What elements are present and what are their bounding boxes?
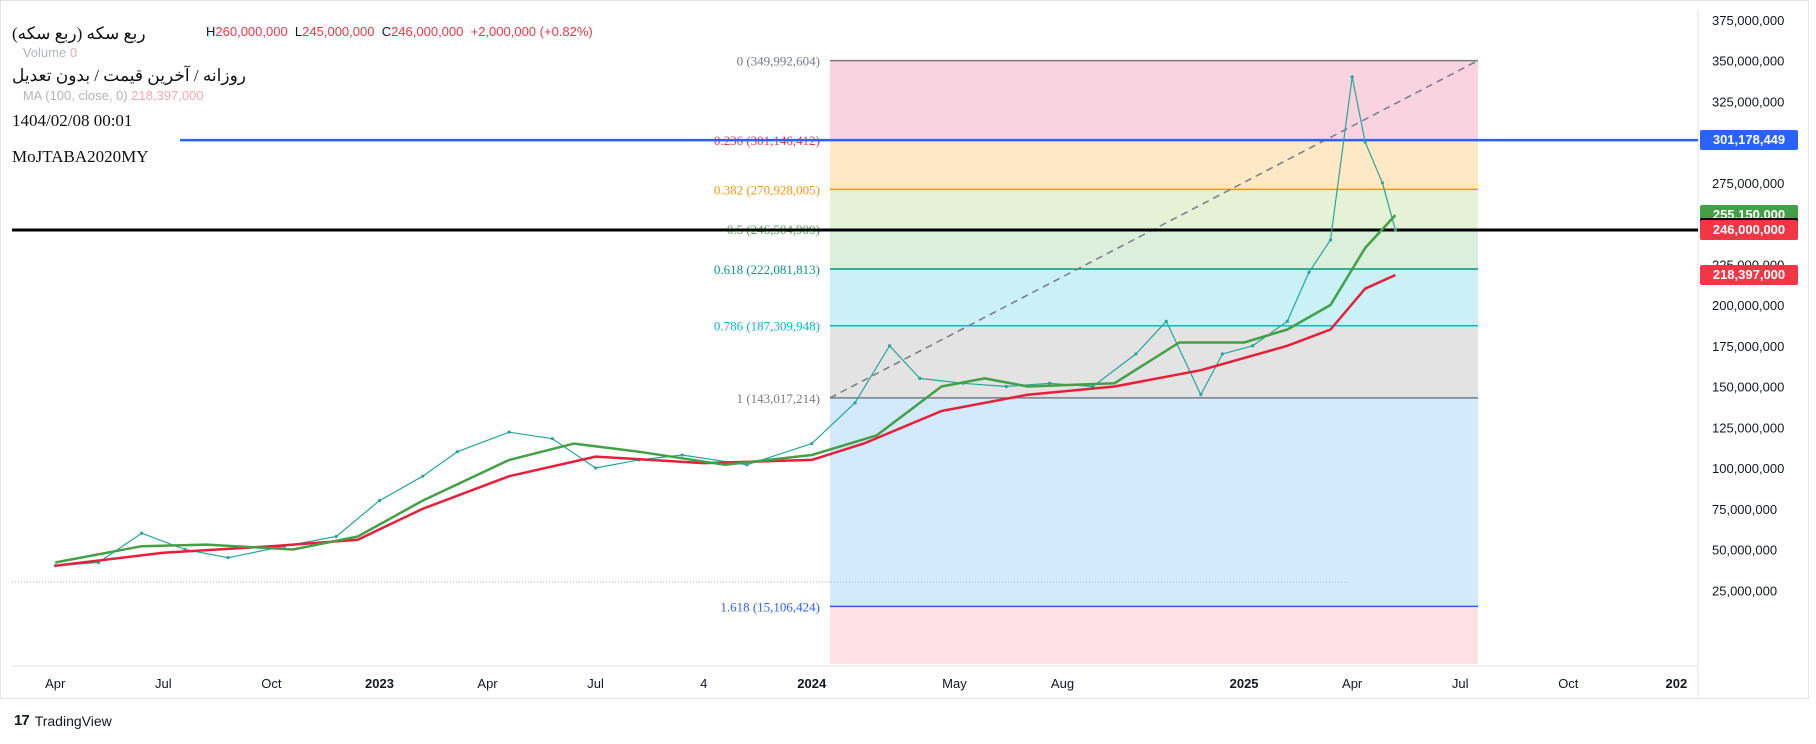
y-tick-label: 275,000,000	[1712, 176, 1784, 191]
price-point	[1363, 140, 1367, 144]
price-point	[1285, 319, 1289, 323]
price-type: روزانه / آخرین قیمت / بدون تعدیل	[12, 66, 247, 85]
x-tick-label: 2024	[797, 676, 827, 691]
x-tick-label: Jul	[587, 676, 604, 691]
x-tick-label: Apr	[477, 676, 498, 691]
price-tag: 301,178,449	[1700, 130, 1798, 151]
volume-legend: Volume 0	[12, 45, 77, 60]
price-point	[1328, 238, 1333, 242]
y-tick-label: 50,000,000	[1712, 543, 1777, 558]
price-tag: 246,000,000	[1700, 220, 1798, 241]
price-point	[507, 430, 511, 434]
author-name: MoJTABA2020MY	[12, 147, 149, 166]
price-point	[918, 376, 922, 380]
fib-zone	[830, 189, 1478, 230]
price-point	[1350, 75, 1354, 79]
price-point	[887, 344, 892, 348]
y-tick-label: 100,000,000	[1712, 461, 1784, 476]
price-point	[810, 441, 814, 446]
y-tick-label: 375,000,000	[1712, 13, 1784, 28]
fib-level-label: 0.786 (187,309,948)	[714, 319, 820, 334]
price-point	[226, 556, 230, 560]
x-tick-label: Oct	[261, 676, 282, 691]
ohlc-readout: H260,000,000 L245,000,000 C246,000,000 +…	[206, 24, 593, 39]
x-tick-label: Apr	[1342, 676, 1363, 691]
x-tick-label: 2025	[1230, 676, 1259, 691]
fib-zone	[830, 140, 1478, 190]
date-text: 1404/02/08 00:01	[12, 111, 133, 130]
tradingview-logo[interactable]: 17 TradingView	[14, 712, 112, 729]
high-label: H	[206, 24, 216, 39]
symbol-title: ربع سکه (ربع سکه)	[12, 24, 146, 43]
x-tick-label: 4	[700, 676, 707, 691]
price-point	[594, 466, 598, 470]
price-point	[853, 401, 857, 405]
x-tick-label: May	[942, 676, 967, 691]
x-tick-label: 202	[1666, 676, 1688, 691]
price-point	[1047, 381, 1052, 385]
x-tick-label: Oct	[1558, 676, 1579, 691]
price-point	[1251, 344, 1255, 348]
x-tick-label: Apr	[45, 676, 66, 691]
change-value: +2,000,000 (+0.82%)	[470, 24, 593, 39]
price-point	[1134, 352, 1138, 356]
fib-zone	[830, 229, 1478, 270]
price-point	[680, 453, 684, 457]
y-tick-label: 200,000,000	[1712, 298, 1784, 313]
y-tick-label: 125,000,000	[1712, 420, 1784, 435]
price-point	[377, 499, 382, 503]
fib-zone	[830, 269, 1478, 326]
volume-value: 0	[69, 45, 78, 60]
low-value: 245,000,000	[302, 24, 375, 39]
price-point	[455, 450, 459, 454]
y-tick-label: 75,000,000	[1712, 502, 1777, 517]
y-tick-label: 350,000,000	[1712, 54, 1784, 69]
volume-label: Volume	[22, 45, 67, 60]
price-point	[421, 474, 425, 478]
y-tick-label: 25,000,000	[1712, 583, 1777, 598]
fib-level-label: 0.618 (222,081,813)	[714, 262, 820, 277]
fib-zone	[830, 606, 1478, 664]
y-tick-label: 325,000,000	[1712, 94, 1784, 109]
price-chart[interactable]: 0 (349,992,604)0.236 (301,146,412)0.382 …	[0, 0, 1816, 744]
y-tick-label: 150,000,000	[1712, 380, 1784, 395]
price-point	[1393, 228, 1397, 232]
fib-level-label: 0.382 (270,928,005)	[714, 182, 820, 197]
y-tick-label: 175,000,000	[1712, 339, 1784, 354]
tradingview-icon: 17	[14, 712, 30, 729]
fib-level-label: 1 (143,017,214)	[737, 391, 820, 406]
price-point	[1380, 181, 1385, 185]
fib-level-label: 1.618 (15,106,424)	[720, 599, 820, 614]
price-point	[1199, 393, 1203, 397]
price-point	[1004, 384, 1008, 389]
close-value: 246,000,000	[391, 24, 464, 39]
x-tick-label: Jul	[1452, 676, 1469, 691]
price-point	[550, 437, 554, 441]
price-point	[1220, 352, 1225, 356]
high-value: 260,000,000	[215, 24, 288, 39]
price-point	[1307, 270, 1311, 275]
fib-zone	[830, 325, 1478, 398]
close-label: C	[381, 24, 392, 39]
price-point	[140, 531, 144, 535]
fib-zone	[830, 60, 1478, 141]
ma-legend: MA (100, close, 0) 218,397,000	[12, 88, 204, 103]
ma-label: MA (100, close, 0)	[22, 88, 128, 103]
x-tick-label: Aug	[1051, 676, 1074, 691]
x-tick-label: Jul	[155, 676, 172, 691]
fib-zone	[830, 397, 1478, 607]
price-point	[1164, 319, 1168, 323]
ma-value: 218,397,000	[131, 88, 204, 103]
fib-level-label: 0 (349,992,604)	[737, 54, 820, 69]
price-point	[334, 534, 338, 539]
tradingview-logo-text: TradingView	[34, 712, 112, 729]
price-tag: 218,397,000	[1700, 265, 1798, 286]
x-tick-label: 2023	[365, 676, 394, 691]
